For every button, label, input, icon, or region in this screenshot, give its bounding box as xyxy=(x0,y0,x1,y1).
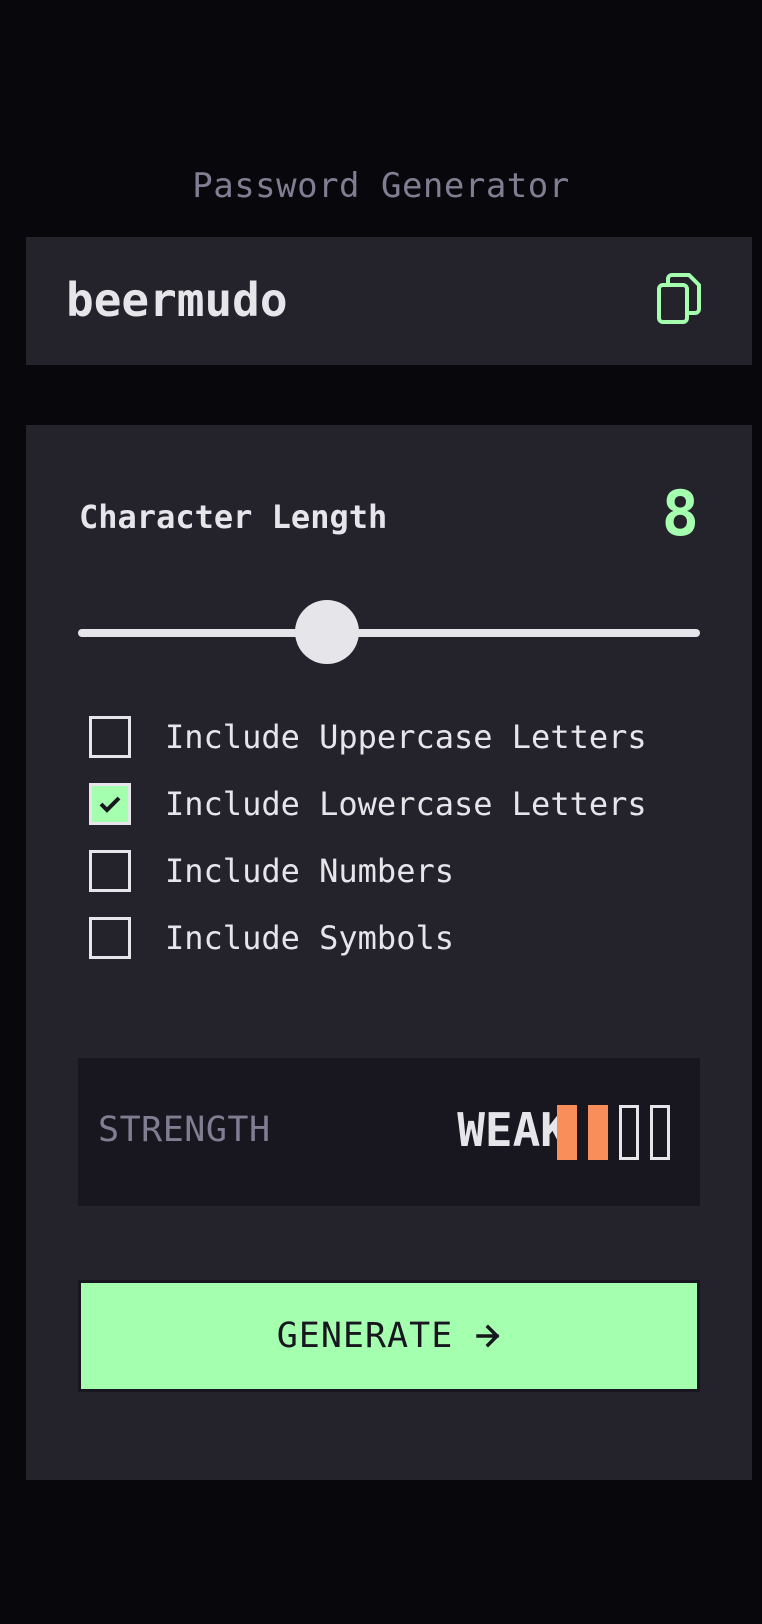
options-list: Include Uppercase Letters Include Lowerc… xyxy=(89,703,647,971)
option-lowercase[interactable]: Include Lowercase Letters xyxy=(89,770,647,837)
option-uppercase[interactable]: Include Uppercase Letters xyxy=(89,703,647,770)
option-label: Include Lowercase Letters xyxy=(165,784,647,823)
strength-bars xyxy=(557,1105,670,1160)
strength-value: WEAK xyxy=(457,1103,568,1157)
password-text: beermudo xyxy=(66,273,288,327)
option-symbols[interactable]: Include Symbols xyxy=(89,904,647,971)
checkbox-symbols[interactable] xyxy=(89,916,131,959)
strength-bar xyxy=(588,1105,608,1160)
app-title: Password Generator xyxy=(192,166,570,206)
slider-thumb[interactable] xyxy=(294,600,359,664)
arrow-right-icon xyxy=(476,1324,500,1348)
copy-icon xyxy=(657,273,701,324)
copy-button[interactable] xyxy=(656,273,702,325)
strength-meter: STRENGTH WEAK xyxy=(78,1058,700,1206)
option-label: Include Numbers xyxy=(165,851,454,890)
checkbox-uppercase[interactable] xyxy=(89,715,131,758)
strength-bar xyxy=(557,1105,577,1160)
option-numbers[interactable]: Include Numbers xyxy=(89,837,647,904)
option-label: Include Symbols xyxy=(165,918,454,957)
option-label: Include Uppercase Letters xyxy=(165,717,647,756)
generate-button[interactable]: GENERATE xyxy=(78,1280,700,1392)
password-display: beermudo xyxy=(26,237,752,365)
check-icon xyxy=(99,796,121,813)
character-length-label: Character Length xyxy=(79,498,388,536)
generate-label: GENERATE xyxy=(276,1316,454,1356)
length-slider[interactable] xyxy=(78,600,700,666)
character-length-value: 8 xyxy=(661,477,699,550)
strength-bar xyxy=(650,1105,670,1160)
strength-label: STRENGTH xyxy=(98,1110,271,1150)
settings-panel: Character Length 8 Include Uppercase Let… xyxy=(26,425,752,1480)
checkbox-lowercase[interactable] xyxy=(89,782,131,825)
slider-track[interactable] xyxy=(78,629,700,637)
strength-bar xyxy=(619,1105,639,1160)
checkbox-numbers[interactable] xyxy=(89,849,131,892)
